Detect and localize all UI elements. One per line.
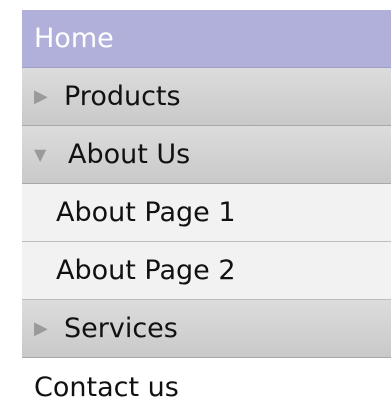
triangle-right-icon: ▶ [34, 317, 48, 339]
menu-item-label: Contact us [34, 371, 179, 403]
triangle-down-icon: ▼ [34, 144, 47, 164]
menu-item-label: About Us [68, 139, 191, 170]
menu-item-label: Services [64, 313, 178, 344]
submenu-item-about-page-2[interactable]: About Page 2 [22, 242, 391, 300]
menu-item-label: Products [64, 81, 181, 112]
menu-item-services[interactable]: ▶ Services [22, 300, 391, 358]
menu-item-about-us[interactable]: ▼ About Us [22, 126, 391, 184]
submenu-item-about-page-1[interactable]: About Page 1 [22, 184, 391, 242]
accordion-menu: Home ▶ Products ▼ About Us About Page 1 … [22, 10, 391, 416]
menu-item-products[interactable]: ▶ Products [22, 68, 391, 126]
menu-item-label: Home [34, 23, 114, 54]
triangle-right-icon: ▶ [34, 85, 48, 107]
menu-item-home[interactable]: Home [22, 10, 391, 68]
menu-item-contact-us[interactable]: Contact us [22, 358, 391, 416]
menu-item-label: About Page 1 [56, 197, 236, 228]
menu-item-label: About Page 2 [56, 255, 236, 286]
